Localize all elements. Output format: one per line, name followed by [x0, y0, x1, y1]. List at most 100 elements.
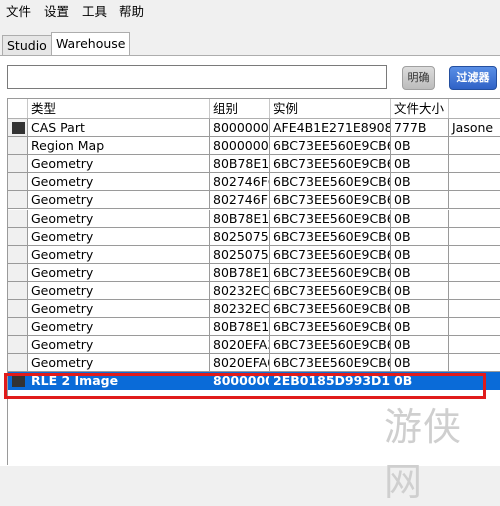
cell-instance: 6BC73EE560E9CB6F	[270, 300, 391, 318]
cell-instance: 6BC73EE560E9CB6F	[270, 155, 391, 174]
cell-instance: 6BC73EE560E9CB6F	[270, 173, 391, 192]
row-icon-cell	[8, 300, 28, 318]
cell-size: 0B	[391, 137, 449, 156]
table-row[interactable]: CAS Part80000000AFE4B1E271E8908D777BJaso…	[8, 119, 500, 137]
cell-size: 0B	[391, 209, 449, 228]
cell-group: 80000000	[210, 119, 270, 137]
cell-size: 0B	[391, 336, 449, 355]
panel-border	[7, 398, 8, 465]
row-icon-cell	[8, 245, 28, 264]
table-row[interactable]: Geometry 802746FF 6BC73EE560E9CB6F 0B	[8, 191, 500, 210]
table-row[interactable]: Geometry 8020EFA0 6BC73EE560E9CB6F 0B	[8, 354, 500, 373]
cell-extra	[449, 282, 500, 300]
cell-group: 8020EFA3	[210, 336, 270, 355]
cell-extra	[449, 155, 500, 174]
table-row[interactable]: Geometry802507556BC73EE560E9CB6F0B	[8, 227, 500, 246]
table-row[interactable]: Geometry802507566BC73EE560E9CB6F0B	[8, 245, 500, 264]
cell-type: Geometry	[28, 245, 210, 264]
table-row[interactable]: Geometry80B78E176BC73EE560E9CB6F0B	[8, 209, 500, 228]
table-row[interactable]: Geometry 8020EFA3 6BC73EE560E9CB6F 0B	[8, 336, 500, 355]
table-row[interactable]: Geometry802746FC6BC73EE560E9CB6F0B	[8, 173, 500, 192]
menu-tools[interactable]: 工具	[82, 3, 107, 20]
cell-size: 0B	[391, 173, 449, 192]
menu-help[interactable]: 帮助	[119, 3, 144, 20]
header-group[interactable]: 组别	[210, 99, 270, 118]
cell-extra	[449, 354, 500, 373]
table-row[interactable]: Geometry80B78E166BC73EE560E9CB6F0B	[8, 155, 500, 174]
cell-group: 80232EC9	[210, 300, 270, 318]
table-row[interactable]: Geometry80B78E146BC73EE560E9CB6F0B	[8, 263, 500, 282]
table-row[interactable]: Geometry80232EC96BC73EE560E9CB6F0B	[8, 300, 500, 318]
cell-type: Geometry	[28, 155, 210, 174]
row-icon-cell	[8, 155, 28, 174]
table-row[interactable]: Region Map800000006BC73EE560E9CB6F0B	[8, 137, 500, 156]
header-instance[interactable]: 实例	[270, 99, 391, 118]
table-row[interactable]: Geometry80B78E156BC73EE560E9CB6F0B	[8, 318, 500, 337]
cell-instance: 6BC73EE560E9CB6F	[270, 191, 391, 210]
resource-table: 类型 组别 实例 文件大小 CAS Part80000000AFE4B1E271…	[7, 98, 500, 399]
cell-extra	[449, 246, 500, 264]
cell-size: 0B	[391, 227, 449, 246]
row-icon-cell	[8, 173, 28, 192]
row-icon-cell	[8, 336, 28, 355]
row-icon-cell	[8, 354, 28, 373]
row-icon-cell	[8, 119, 28, 137]
search-input[interactable]	[7, 65, 387, 89]
cell-size: 0B	[391, 155, 449, 174]
cell-instance: 6BC73EE560E9CB6F	[270, 354, 391, 373]
clear-button[interactable]: 明确	[402, 66, 435, 90]
cell-size: 777B	[391, 119, 449, 137]
cell-size: 0B	[391, 281, 449, 300]
menu-file[interactable]: 文件	[6, 3, 31, 20]
cell-group: 80B78E14	[210, 263, 270, 282]
cell-group: 8020EFA0	[210, 354, 270, 373]
cell-instance: 6BC73EE560E9CB6F	[270, 137, 391, 156]
cell-group: 80B78E16	[210, 155, 270, 174]
cell-extra	[449, 137, 500, 156]
cell-type: Region Map	[28, 137, 210, 156]
cell-instance: AFE4B1E271E8908D	[270, 119, 391, 137]
cell-group: 80000000	[210, 137, 270, 156]
row-icon-cell	[8, 191, 28, 210]
cell-extra	[449, 318, 500, 337]
cell-type: Geometry	[28, 300, 210, 318]
cell-size: 0B	[391, 318, 449, 337]
row-icon-cell	[8, 137, 28, 156]
cell-extra	[449, 300, 500, 318]
cell-type: Geometry	[28, 281, 210, 300]
cell-type: Geometry	[28, 227, 210, 246]
cell-size: 0B	[391, 300, 449, 318]
cell-type: Geometry	[28, 173, 210, 192]
tab-warehouse[interactable]: Warehouse	[51, 32, 131, 56]
table-header: 类型 组别 实例 文件大小	[8, 99, 500, 119]
cell-group: 80232ECA	[210, 281, 270, 300]
header-type[interactable]: 类型	[28, 99, 210, 118]
cell-extra: Jasone	[449, 119, 500, 137]
cell-type: Geometry	[28, 336, 210, 355]
cell-instance: 6BC73EE560E9CB6F	[270, 318, 391, 337]
header-size[interactable]: 文件大小	[391, 99, 449, 118]
cell-extra	[449, 264, 500, 282]
cell-instance: 6BC73EE560E9CB6F	[270, 263, 391, 282]
cell-group: 80250756	[210, 245, 270, 264]
cell-type: Geometry	[28, 318, 210, 337]
cell-instance: 6BC73EE560E9CB6F	[270, 336, 391, 355]
table-row[interactable]: Geometry80232ECA6BC73EE560E9CB6F0B	[8, 281, 500, 300]
row-icon-cell	[8, 263, 28, 282]
cell-type: Geometry	[28, 209, 210, 228]
cell-size: 0B	[391, 191, 449, 210]
cell-extra	[449, 210, 500, 228]
header-icon-col	[8, 99, 28, 118]
row-icon-cell	[8, 318, 28, 337]
watermark-logo: 游侠网	[384, 405, 463, 504]
menu-settings[interactable]: 设置	[44, 3, 69, 20]
tab-studio[interactable]: Studio	[2, 35, 52, 55]
cell-size: 0B	[391, 354, 449, 373]
cell-size: 0B	[391, 263, 449, 282]
cell-group: 802746FF	[210, 191, 270, 210]
cell-type: CAS Part	[28, 119, 210, 137]
row-icon-cell	[8, 227, 28, 246]
tab-bar: Studio Warehouse	[0, 32, 500, 56]
filter-button[interactable]: 过滤器	[449, 66, 497, 90]
cell-instance: 6BC73EE560E9CB6F	[270, 245, 391, 264]
